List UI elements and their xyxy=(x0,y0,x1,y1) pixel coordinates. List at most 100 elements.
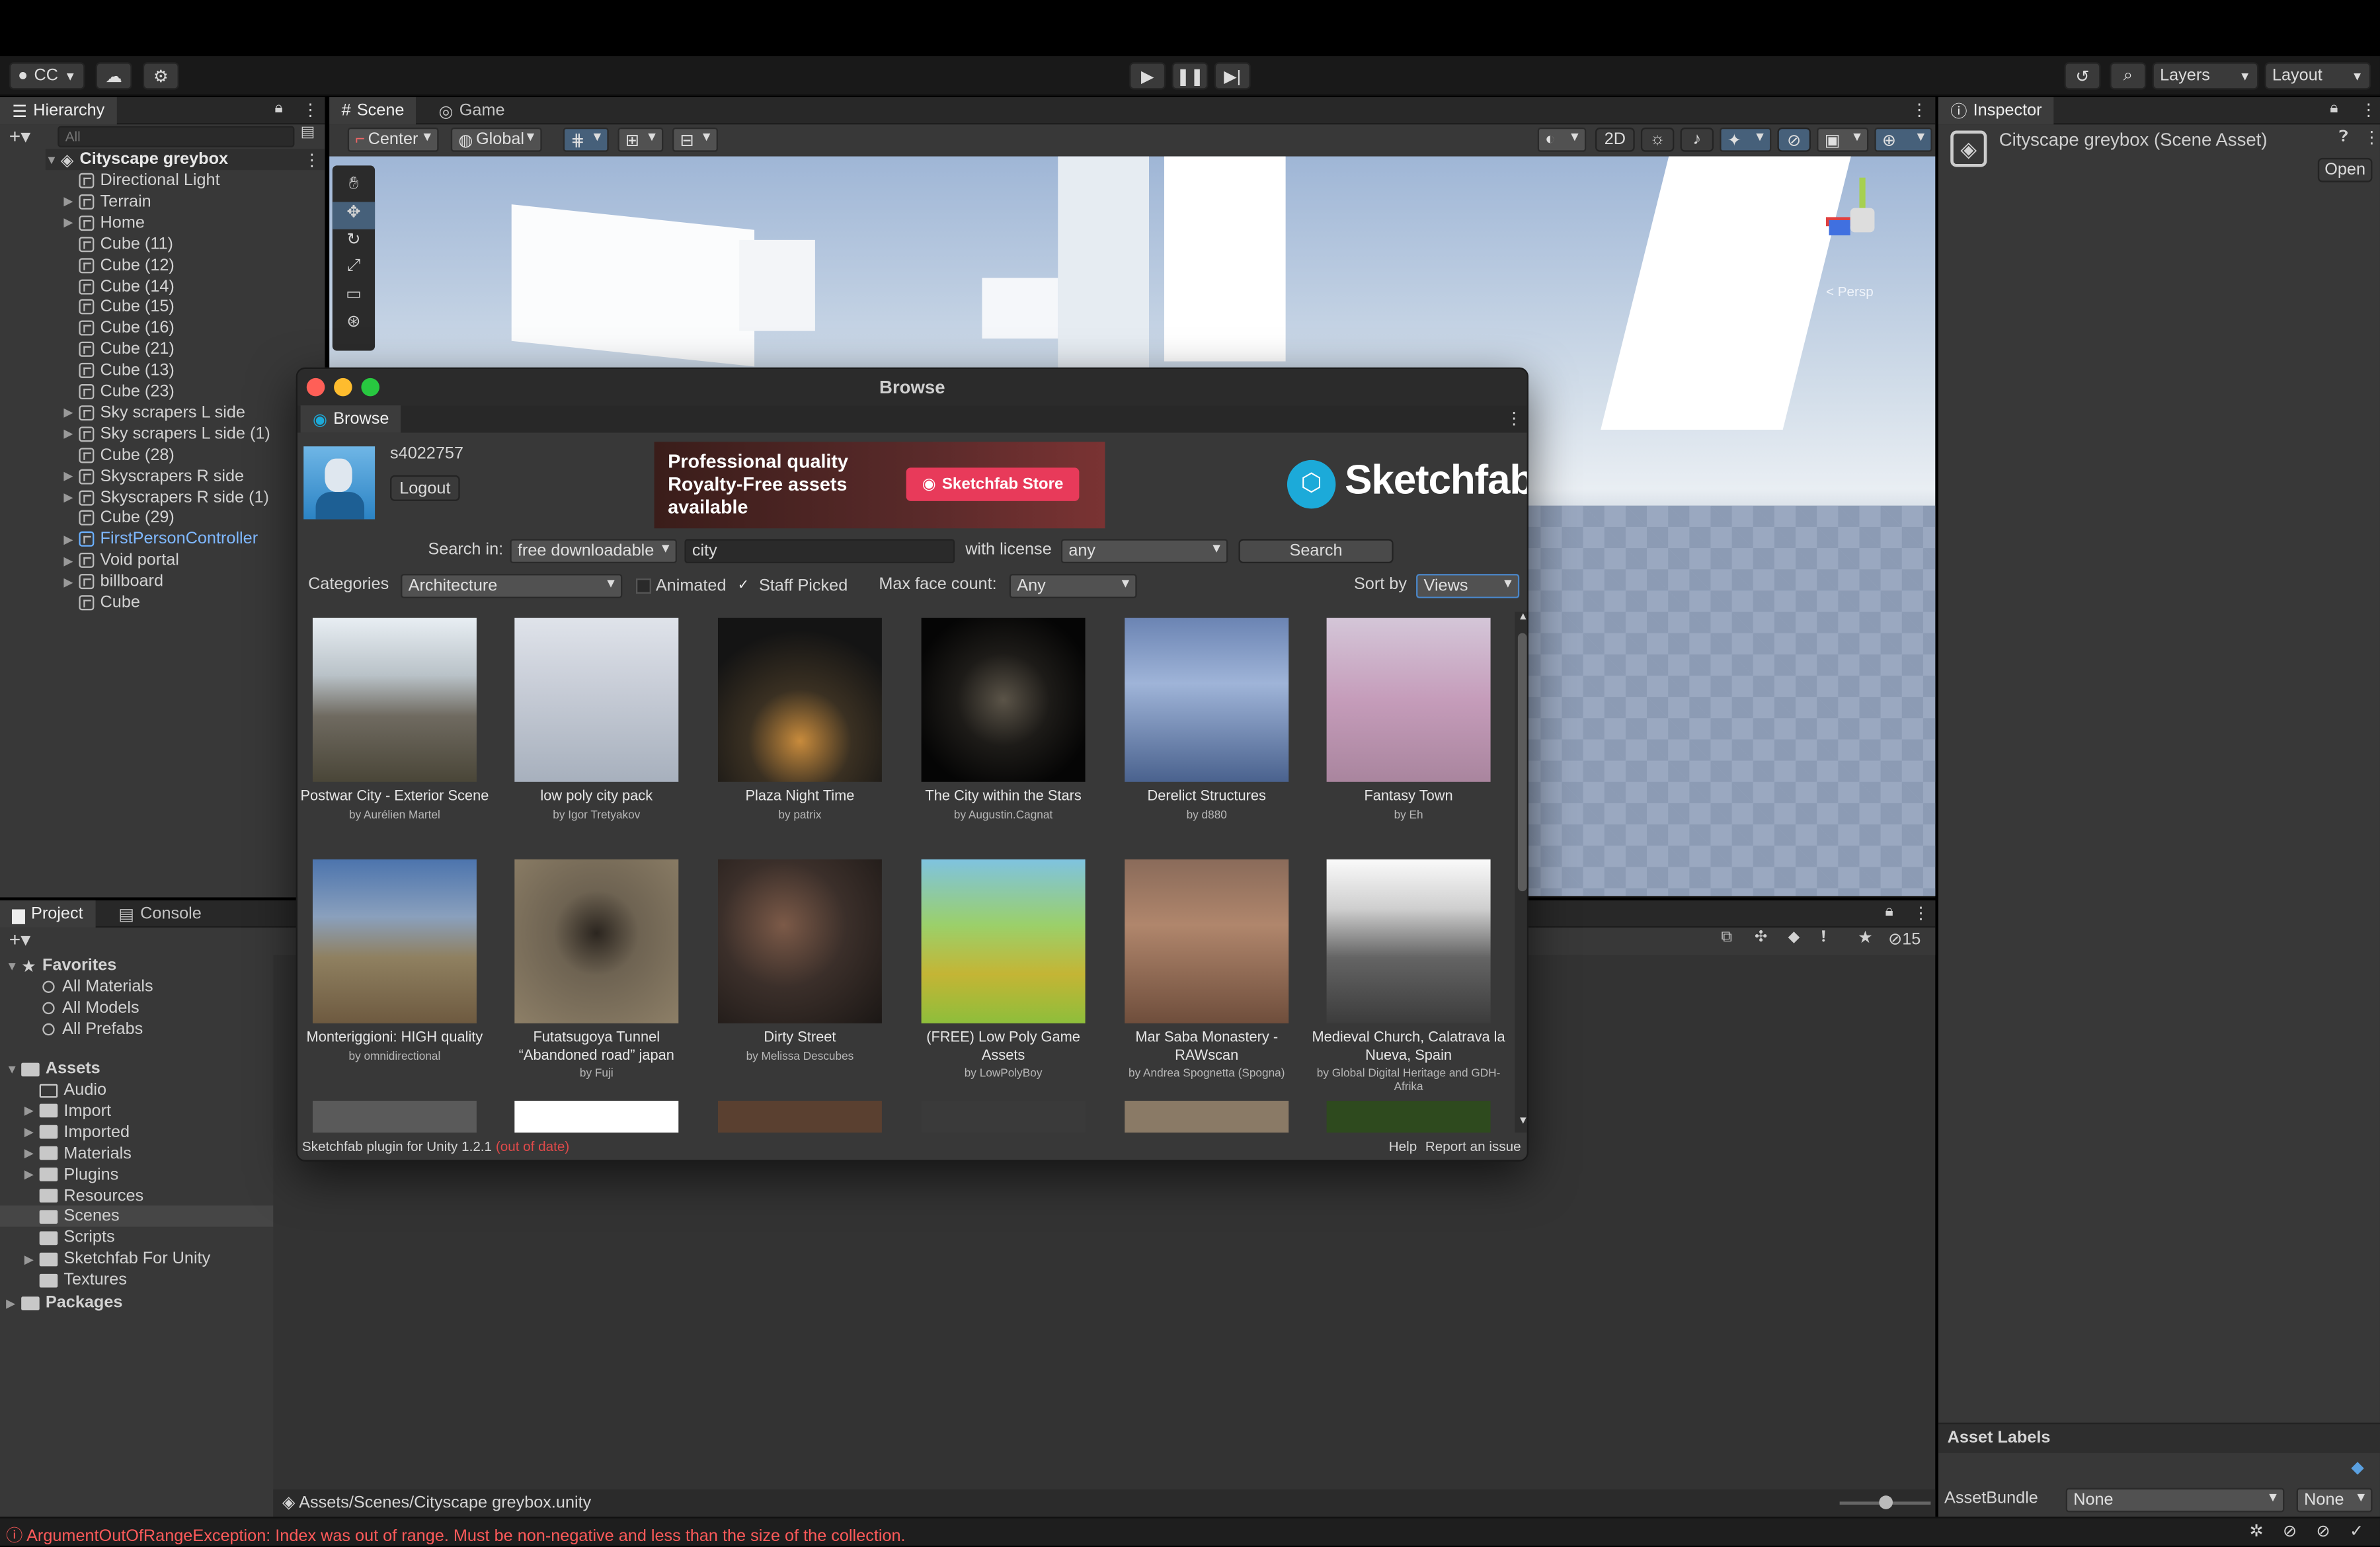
lock-icon[interactable]: 🔒︎ xyxy=(1885,903,1893,920)
icon-size-slider[interactable] xyxy=(1839,1495,1931,1509)
help-link[interactable]: Help xyxy=(1389,1138,1417,1154)
license-dropdown[interactable]: any xyxy=(1060,539,1228,564)
model-thumbnail[interactable] xyxy=(1326,617,1491,782)
open-button[interactable]: Open xyxy=(2317,157,2373,182)
tab-console[interactable]: ▤ Console xyxy=(106,900,214,928)
network-icon[interactable]: ⊘ xyxy=(2283,1521,2297,1541)
asset-folder[interactable]: ▶ Materials xyxy=(0,1143,273,1164)
scene-root[interactable]: ▼ ◈ Cityscape greybox ⋮ xyxy=(45,149,325,171)
hierarchy-item[interactable]: ▶ Home xyxy=(63,212,144,233)
chevron-right-icon[interactable]: ▶ xyxy=(63,195,79,209)
favorite-item[interactable]: All Materials xyxy=(42,976,153,998)
scroll-up-icon[interactable]: ▲ xyxy=(1518,612,1527,623)
store-button[interactable]: ◉ Sketchfab Store xyxy=(906,467,1080,501)
pause-button[interactable]: ❚❚ xyxy=(1171,62,1209,90)
hierarchy-item[interactable]: Cube (29) xyxy=(63,508,175,529)
asset-folder[interactable]: Textures xyxy=(0,1269,273,1290)
tag-icon[interactable]: ◆ xyxy=(2351,1458,2363,1478)
grid-snap-dropdown[interactable]: ⋕ xyxy=(563,127,609,152)
model-thumbnail[interactable] xyxy=(921,617,1086,782)
search-in-dropdown[interactable]: free downloadable xyxy=(510,539,677,564)
error-message[interactable]: ⓘ ArgumentOutOfRangeException: Index was… xyxy=(6,1523,905,1547)
visibility-toggle[interactable]: ⊘ xyxy=(1777,127,1811,152)
model-card[interactable]: Dirty Street by Melissa Descubes xyxy=(701,859,898,1062)
tab-project[interactable]: ▆ Project xyxy=(0,900,95,928)
hierarchy-item[interactable]: Cube xyxy=(63,592,140,614)
step-button[interactable]: ▶| xyxy=(1214,62,1251,90)
assetbundle-dropdown[interactable]: None xyxy=(2065,1488,2285,1513)
audio-toggle[interactable]: ♪ xyxy=(1680,127,1714,152)
model-thumbnail[interactable] xyxy=(514,859,679,1023)
collab-button[interactable]: ⚙ xyxy=(142,62,179,90)
gizmo-axis-z[interactable] xyxy=(1829,220,1850,235)
hierarchy-item[interactable]: Cube (21) xyxy=(63,339,175,360)
space-dropdown[interactable]: ◍ Global xyxy=(450,127,542,152)
hierarchy-item[interactable]: Cube (16) xyxy=(63,318,175,339)
asset-folder[interactable]: ▶ Plugins xyxy=(0,1164,273,1185)
model-card[interactable]: Fantasy Town by Eh xyxy=(1310,617,1507,820)
chevron-right-icon[interactable]: ▶ xyxy=(24,1125,40,1139)
increment-snap-dropdown[interactable]: ⊟ xyxy=(672,127,718,152)
play-button[interactable]: ▶ xyxy=(1129,62,1166,90)
grid-visibility-dropdown[interactable]: ⊞ xyxy=(617,127,664,152)
warning-icon[interactable]: ❗︎ xyxy=(1821,930,1825,946)
asset-folder[interactable]: Scripts xyxy=(0,1227,273,1248)
filter-icon[interactable]: ▤ xyxy=(301,124,315,141)
chevron-right-icon[interactable]: ▶ xyxy=(24,1252,40,1266)
gizmos-dropdown[interactable]: ⊕ xyxy=(1874,127,1932,152)
cloud-button[interactable]: ☁ xyxy=(95,62,132,90)
model-card[interactable]: low poly city pack by Igor Tretyakov xyxy=(498,617,695,820)
tab-hierarchy[interactable]: ☰ Hierarchy xyxy=(0,97,117,125)
model-thumbnail[interactable] xyxy=(921,1101,1086,1133)
debug-icon[interactable]: ✲ xyxy=(2250,1521,2264,1541)
model-card[interactable]: Futatsugoya Tunnel “Abandoned road” japa… xyxy=(498,859,695,1080)
hierarchy-item[interactable]: ▶ FirstPersonController xyxy=(63,529,258,550)
chevron-right-icon[interactable]: ▶ xyxy=(63,406,79,420)
hierarchy-item[interactable]: ▶ Terrain xyxy=(63,191,151,212)
hierarchy-item[interactable]: ▶ Skyscrapers R side xyxy=(63,465,244,487)
chevron-right-icon[interactable]: ▶ xyxy=(63,427,79,441)
tab-inspector[interactable]: ⓘ Inspector xyxy=(1938,97,2054,125)
more-icon[interactable]: ⋮ xyxy=(302,100,319,120)
layout-dropdown[interactable]: Layout ▼ xyxy=(2264,62,2371,90)
more-icon[interactable]: ⋮ xyxy=(2360,100,2377,120)
report-issue-link[interactable]: Report an issue xyxy=(1425,1138,1521,1154)
animated-checkbox[interactable] xyxy=(635,578,651,594)
browse-titlebar[interactable]: Browse xyxy=(297,369,1527,406)
model-card[interactable]: Derelict Structures by d880 xyxy=(1108,617,1305,820)
lock-icon[interactable]: 🔒︎ xyxy=(2330,100,2338,117)
more-icon[interactable]: ⋮ xyxy=(2363,128,2380,147)
scroll-down-icon[interactable]: ▼ xyxy=(1518,1116,1527,1127)
gizmo-center[interactable] xyxy=(1850,208,1875,233)
model-card[interactable]: Medieval Church, Calatrava la Nueva, Spa… xyxy=(1310,859,1507,1093)
model-thumbnail[interactable] xyxy=(1125,1101,1289,1133)
scene-filter-icon[interactable]: ⧉ xyxy=(1722,930,1732,946)
model-thumbnail[interactable] xyxy=(514,617,679,782)
hierarchy-item[interactable]: ▶ Sky scrapers L side (1) xyxy=(63,423,270,444)
model-thumbnail[interactable] xyxy=(312,1101,477,1133)
model-thumbnail[interactable] xyxy=(514,1101,679,1133)
favorites-header[interactable]: ▼ ★ Favorites xyxy=(6,955,116,976)
model-thumbnail[interactable] xyxy=(1326,859,1491,1023)
tab-browse[interactable]: ◉ Browse xyxy=(300,405,401,433)
model-thumbnail[interactable] xyxy=(312,859,477,1023)
chevron-right-icon[interactable]: ▶ xyxy=(24,1168,40,1181)
model-card[interactable]: Mar Saba Monastery -RAWscan by Andrea Spo… xyxy=(1108,859,1305,1080)
asset-folder[interactable]: Audio xyxy=(0,1080,273,1101)
hierarchy-item[interactable]: Cube (23) xyxy=(63,381,175,402)
packages-header[interactable]: ▶ Packages xyxy=(6,1292,122,1313)
help-icon[interactable]: ❓︎ xyxy=(2339,129,2348,145)
search-query-input[interactable] xyxy=(684,539,955,564)
hand-tool-icon[interactable]: ✋︎ xyxy=(333,175,375,202)
projection-label[interactable]: < Persp xyxy=(1826,284,1874,299)
model-card[interactable]: The City within the Stars by Augustin.Cag… xyxy=(904,617,1101,820)
tab-game[interactable]: ◎ Game xyxy=(426,97,517,124)
model-thumbnail[interactable] xyxy=(1125,617,1289,782)
logout-button[interactable]: Logout xyxy=(390,475,460,501)
camera-dropdown[interactable]: ▣ xyxy=(1817,127,1869,152)
orientation-gizmo[interactable] xyxy=(1817,175,1908,266)
model-card[interactable]: (FREE) Low Poly Game Assets by LowPolyBoy xyxy=(904,859,1101,1080)
move-tool-icon[interactable]: ✥ xyxy=(332,202,376,229)
chevron-right-icon[interactable]: ▶ xyxy=(63,554,79,568)
lock-icon[interactable]: 🔒︎ xyxy=(275,100,283,117)
